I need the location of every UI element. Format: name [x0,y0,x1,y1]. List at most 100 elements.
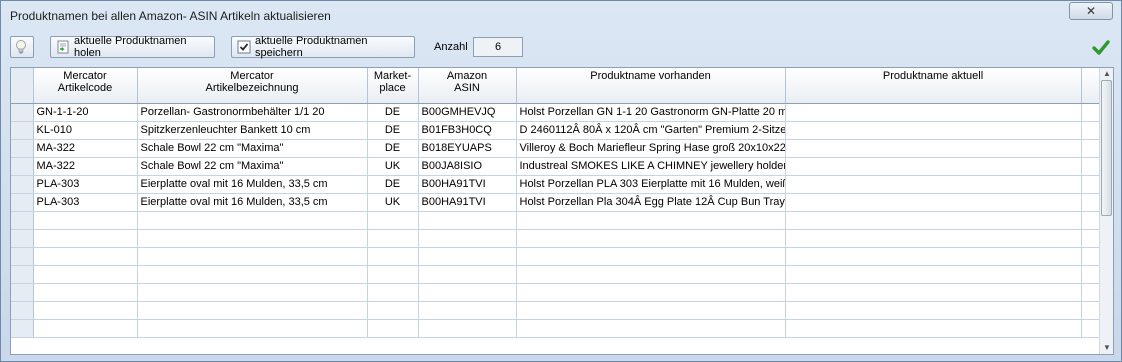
empty-cell[interactable] [418,211,517,230]
empty-cell[interactable] [137,211,368,230]
empty-cell[interactable] [516,319,786,338]
cell-artikelbezeichnung[interactable]: Porzellan- Gastronormbehälter 1/1 20 [137,103,368,122]
cell-name-aktuell[interactable] [785,193,1082,212]
empty-cell[interactable] [785,301,1082,320]
cell-artikelbezeichnung[interactable]: Spitzkerzenleuchter Bankett 10 cm [137,121,368,140]
empty-table-row[interactable] [11,301,1102,320]
empty-cell[interactable] [33,229,138,248]
article-grid[interactable]: Mercator Artikelcode Mercator Artikelbeze… [10,67,1114,355]
cell-name-vorhanden[interactable]: Holst Porzellan GN 1-1 20 Gastronorm GN-… [516,103,786,122]
empty-cell[interactable] [367,247,419,266]
header-artikelcode[interactable]: Mercator Artikelcode [33,68,138,104]
header-artikelbezeichnung[interactable]: Mercator Artikelbezeichnung [137,68,368,104]
cell-marketplace[interactable]: UK [367,193,419,212]
header-name-aktuell[interactable]: Produktname aktuell [785,68,1082,104]
empty-cell[interactable] [418,301,517,320]
table-row[interactable]: KL-010 Spitzkerzenleuchter Bankett 10 cm D… [11,121,1102,140]
row-selector[interactable] [11,157,34,176]
row-selector[interactable] [11,265,34,284]
cell-artikelcode[interactable]: PLA-303 [33,175,138,194]
empty-cell[interactable] [33,265,138,284]
scrollbar-thumb[interactable] [1101,80,1112,216]
cell-name-vorhanden[interactable]: Holst Porzellan Pla 304Â Egg Plate 12Â C… [516,193,786,212]
empty-table-row[interactable] [11,319,1102,338]
empty-cell[interactable] [367,229,419,248]
cell-artikelbezeichnung[interactable]: Schale Bowl 22 cm "Maxima" [137,139,368,158]
empty-cell[interactable] [367,265,419,284]
fetch-names-button[interactable]: aktuelle Produktnamen holen [50,35,215,59]
empty-cell[interactable] [137,283,368,302]
cell-marketplace[interactable]: DE [367,103,419,122]
empty-cell[interactable] [33,283,138,302]
row-selector[interactable] [11,283,34,302]
scroll-up-arrow-icon[interactable]: ▲ [1102,69,1112,79]
empty-cell[interactable] [367,283,419,302]
cell-marketplace[interactable]: UK [367,157,419,176]
table-row[interactable]: MA-322 Schale Bowl 22 cm "Maxima" DE B018EY… [11,139,1102,158]
cell-asin[interactable]: B00GMHEVJQ [418,103,517,122]
cell-artikelcode[interactable]: MA-322 [33,139,138,158]
cell-name-vorhanden[interactable]: D 2460112Â 80Â x 120Â cm "Garten" Premiu… [516,121,786,140]
cell-asin[interactable]: B00HA91TVI [418,193,517,212]
empty-cell[interactable] [516,301,786,320]
header-asin[interactable]: Amazon ASIN [418,68,517,104]
empty-table-row[interactable] [11,229,1102,248]
cell-artikelcode[interactable]: GN-1-1-20 [33,103,138,122]
table-row[interactable]: GN-1-1-20 Porzellan- Gastronormbehälter 1… [11,103,1102,122]
cell-marketplace[interactable]: DE [367,175,419,194]
row-selector[interactable] [11,247,34,266]
empty-cell[interactable] [785,247,1082,266]
cell-asin[interactable]: B00HA91TVI [418,175,517,194]
empty-cell[interactable] [785,265,1082,284]
empty-table-row[interactable] [11,247,1102,266]
cell-name-aktuell[interactable] [785,139,1082,158]
cell-name-vorhanden[interactable]: Industreal SMOKES LIKE A CHIMNEY jewelle… [516,157,786,176]
empty-cell[interactable] [33,247,138,266]
row-selector[interactable] [11,193,34,212]
empty-cell[interactable] [516,283,786,302]
header-name-vorhanden[interactable]: Produktname vorhanden [516,68,786,104]
save-names-button[interactable]: aktuelle Produktnamen speichern [231,35,415,59]
hint-button[interactable] [10,36,34,58]
close-button[interactable]: ✕ [1069,2,1113,20]
empty-cell[interactable] [33,301,138,320]
empty-cell[interactable] [367,319,419,338]
row-selector[interactable] [11,301,34,320]
confirm-button[interactable] [1091,38,1111,58]
empty-cell[interactable] [516,247,786,266]
cell-artikelcode[interactable]: PLA-303 [33,193,138,212]
row-selector[interactable] [11,211,34,230]
cell-name-aktuell[interactable] [785,157,1082,176]
empty-table-row[interactable] [11,211,1102,230]
empty-cell[interactable] [367,301,419,320]
table-row[interactable]: MA-322 Schale Bowl 22 cm "Maxima" UK B00JA8… [11,157,1102,176]
empty-cell[interactable] [418,265,517,284]
empty-cell[interactable] [418,229,517,248]
row-selector[interactable] [11,229,34,248]
empty-cell[interactable] [137,265,368,284]
empty-cell[interactable] [137,301,368,320]
cell-name-vorhanden[interactable]: Holst Porzellan PLA 303 Eierplatte mit 1… [516,175,786,194]
empty-cell[interactable] [785,211,1082,230]
empty-cell[interactable] [785,319,1082,338]
cell-artikelcode[interactable]: MA-322 [33,157,138,176]
table-row[interactable]: PLA-303 Eierplatte oval mit 16 Mulden, 33… [11,193,1102,212]
empty-cell[interactable] [137,247,368,266]
cell-name-aktuell[interactable] [785,103,1082,122]
header-marketplace[interactable]: Market- place [367,68,419,104]
cell-artikelbezeichnung[interactable]: Schale Bowl 22 cm "Maxima" [137,157,368,176]
empty-cell[interactable] [33,319,138,338]
empty-cell[interactable] [785,283,1082,302]
empty-cell[interactable] [418,247,517,266]
empty-cell[interactable] [137,229,368,248]
empty-cell[interactable] [516,211,786,230]
row-selector[interactable] [11,319,34,338]
cell-name-vorhanden[interactable]: Villeroy & Boch Mariefleur Spring Hase g… [516,139,786,158]
empty-cell[interactable] [33,211,138,230]
cell-asin[interactable]: B00JA8ISIO [418,157,517,176]
cell-artikelcode[interactable]: KL-010 [33,121,138,140]
vertical-scrollbar[interactable]: ▲ ▼ [1099,68,1113,354]
scroll-down-arrow-icon[interactable]: ▼ [1102,343,1112,353]
row-selector[interactable] [11,175,34,194]
empty-cell[interactable] [785,229,1082,248]
